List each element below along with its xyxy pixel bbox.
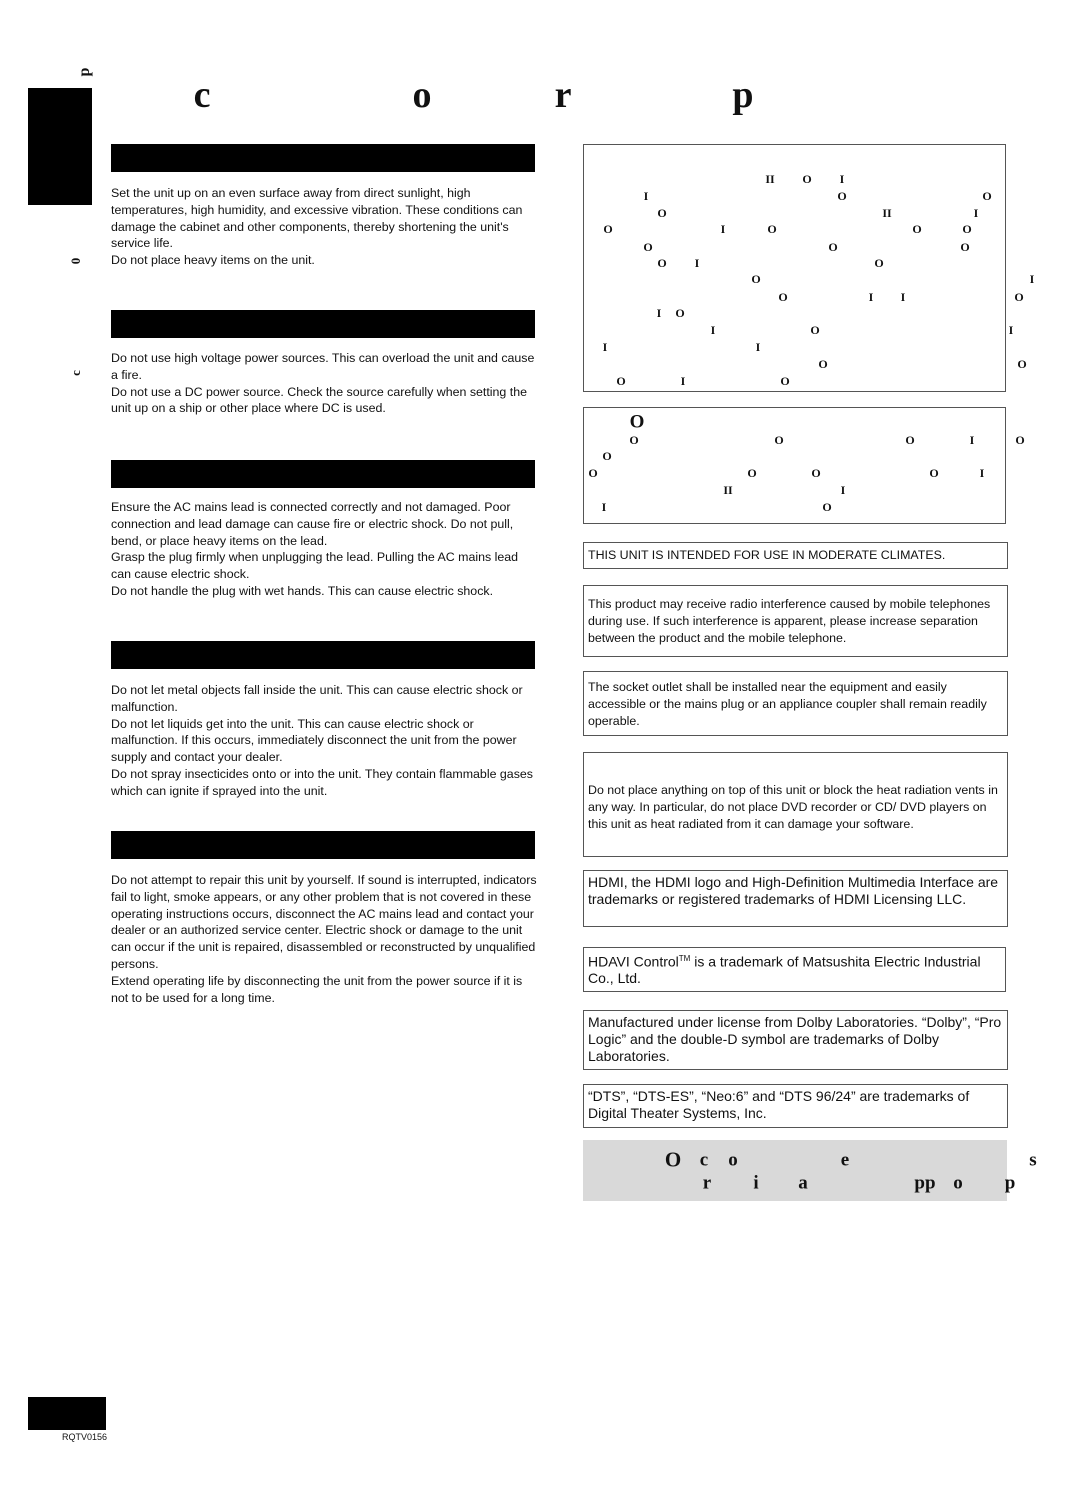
- heat-notice: Do not place anything on top of this uni…: [588, 783, 998, 831]
- side-tab: [28, 88, 92, 205]
- section-voltage: Do not use high voltage power sources. T…: [111, 351, 535, 416]
- document-code: RQTV0156: [62, 1432, 108, 1442]
- section-heading-bar: [111, 144, 535, 172]
- section-heading-bar: [111, 831, 535, 859]
- dts-notice: “DTS”, “DTS-ES”, “Neo:6” and “DTS 96/24”…: [588, 1088, 970, 1121]
- radio-notice: This product may receive radio interfere…: [588, 597, 991, 645]
- dolby-notice: Manufactured under license from Dolby La…: [588, 1014, 1002, 1064]
- hdavi-notice: HDAVI ControlTM is a trademark of Matsus…: [588, 953, 981, 987]
- section-service: Do not attempt to repair this unit by yo…: [111, 873, 537, 1005]
- gray-band: [583, 1140, 1007, 1201]
- section-foreign-matter: Do not let metal objects fall inside the…: [111, 683, 533, 798]
- page-number-box: [28, 1397, 106, 1430]
- caution-box: [583, 407, 1006, 524]
- section-heading-bar: [111, 310, 535, 338]
- side-tab-glyph: p: [76, 67, 93, 77]
- margin-glyph: c: [68, 370, 83, 376]
- climate-notice: THIS UNIT IS INTENDED FOR USE IN MODERAT…: [588, 548, 946, 562]
- section-heading-bar: [111, 641, 535, 669]
- section-heading-bar: [111, 460, 535, 488]
- section-mains-lead: Ensure the AC mains lead is connected co…: [111, 500, 519, 598]
- margin-glyph: 0: [68, 257, 83, 265]
- hdmi-notice: HDMI, the HDMI logo and High-Definition …: [588, 874, 999, 907]
- warning-box: [583, 144, 1006, 392]
- socket-notice: The socket outlet shall be installed nea…: [588, 680, 987, 728]
- section-placement: Set the unit up on an even surface away …: [111, 186, 523, 268]
